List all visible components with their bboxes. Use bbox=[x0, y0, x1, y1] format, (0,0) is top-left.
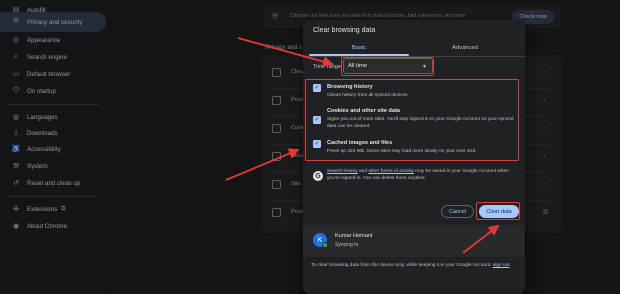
arrow-to-clear-button bbox=[462, 224, 500, 254]
annotation-arrows bbox=[225, 37, 500, 254]
arrow-to-time-range bbox=[237, 37, 334, 67]
arrow-to-options bbox=[225, 148, 300, 181]
